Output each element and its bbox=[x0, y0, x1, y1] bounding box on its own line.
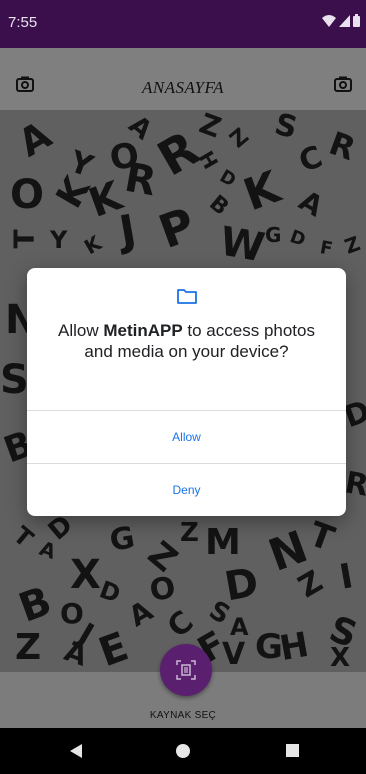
permission-message: Allow MetinAPP to access photos and medi… bbox=[47, 320, 326, 362]
wifi-icon bbox=[322, 14, 336, 27]
page-title: ANASAYFA bbox=[141, 78, 225, 97]
status-bar: 7:55 bbox=[0, 0, 366, 48]
select-source-button[interactable] bbox=[160, 644, 212, 696]
message-prefix: Allow bbox=[57, 321, 104, 340]
deny-button[interactable]: Deny bbox=[27, 464, 346, 516]
back-icon[interactable] bbox=[70, 744, 82, 758]
select-source-label: KAYNAK SEÇ bbox=[149, 710, 217, 721]
document-scan-icon bbox=[176, 660, 196, 680]
status-time: 7:55 bbox=[8, 14, 38, 31]
status-icons bbox=[322, 14, 360, 27]
app-bar: ANASAYFA bbox=[0, 48, 366, 110]
system-nav-bar bbox=[0, 728, 366, 774]
app-name: MetinAPP bbox=[103, 321, 183, 340]
folder-icon bbox=[177, 289, 197, 304]
allow-button[interactable]: Allow bbox=[27, 411, 346, 463]
camera-icon[interactable] bbox=[334, 76, 352, 97]
battery-icon bbox=[353, 14, 360, 27]
recent-apps-icon[interactable] bbox=[286, 744, 299, 757]
home-icon[interactable] bbox=[176, 744, 190, 758]
signal-icon bbox=[339, 14, 350, 27]
permission-dialog: Allow MetinAPP to access photos and medi… bbox=[27, 268, 346, 516]
